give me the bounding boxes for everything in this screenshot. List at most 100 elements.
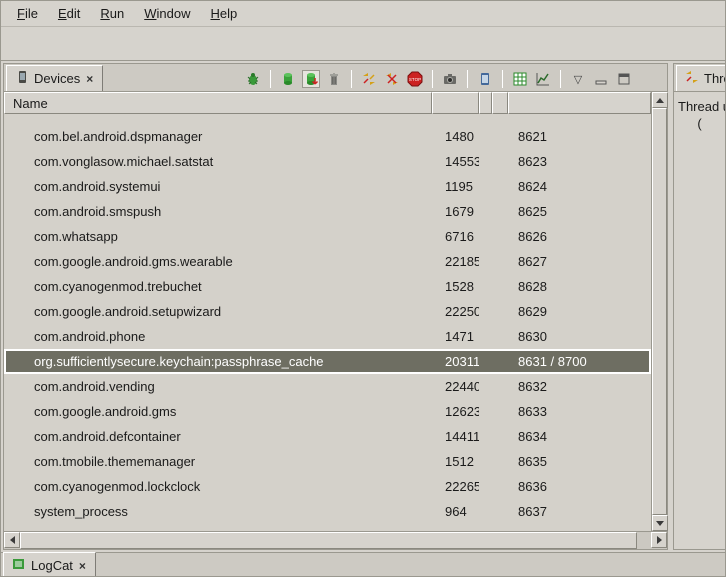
- table-row[interactable]: com.google.android.setupwizard 22250 862…: [4, 299, 651, 324]
- menu-help[interactable]: Help: [200, 2, 247, 25]
- scroll-right-button[interactable]: [651, 532, 667, 548]
- table-row[interactable]: org.sufficientlysecure.keychain:passphra…: [4, 349, 651, 374]
- horizontal-scrollbar[interactable]: [4, 531, 667, 549]
- cell-name: com.bel.android.dspmanager: [4, 129, 432, 144]
- stop-thread-updates-icon[interactable]: [383, 70, 401, 88]
- tab-devices-close-icon[interactable]: ×: [85, 72, 94, 86]
- cell-pid: 22250: [432, 304, 479, 319]
- table-row[interactable]: com.android.smspush 1679 8625: [4, 199, 651, 224]
- maximize-icon[interactable]: [615, 70, 633, 88]
- cell-port: 8625: [508, 204, 651, 219]
- table-row[interactable]: com.cyanogenmod.lockclock 22265 8636: [4, 474, 651, 499]
- tab-logcat-close-icon[interactable]: ×: [78, 559, 87, 573]
- cell-pid: 14553: [432, 154, 479, 169]
- tab-devices[interactable]: Devices ×: [6, 65, 103, 91]
- table-row[interactable]: com.google.android.gms 12623 8633: [4, 399, 651, 424]
- table-row[interactable]: com.android.defcontainer 14411 8634: [4, 424, 651, 449]
- tab-devices-label: Devices: [34, 71, 80, 86]
- vertical-scrollbar[interactable]: [651, 92, 667, 531]
- vertical-scroll-thumb[interactable]: [652, 108, 667, 515]
- device-table-header: Name: [4, 92, 651, 114]
- cell-name: com.android.vending: [4, 379, 432, 394]
- table-row[interactable]: com.cyanogenmod.trebuchet 1528 8628: [4, 274, 651, 299]
- cell-port: 8637: [508, 504, 651, 519]
- cell-name: com.google.android.gms.wearable: [4, 254, 432, 269]
- cell-pid: 12623: [432, 404, 479, 419]
- cell-pid: 22440: [432, 379, 479, 394]
- menu-file[interactable]: File: [7, 2, 48, 25]
- toolbar-separator: [467, 70, 468, 88]
- garbage-collect-icon[interactable]: [325, 70, 343, 88]
- cell-name: com.whatsapp: [4, 229, 432, 244]
- cell-pid: 1512: [432, 454, 479, 469]
- scroll-up-button[interactable]: [652, 92, 668, 108]
- toolbar-separator: [351, 70, 352, 88]
- cell-port: 8624: [508, 179, 651, 194]
- table-row[interactable]: com.whatsapp 6716 8626: [4, 224, 651, 249]
- threads-message-line1: Thread up: [678, 98, 721, 115]
- threads-message: Thread up (: [674, 92, 725, 138]
- table-row[interactable]: com.android.vending 22440 8632: [4, 374, 651, 399]
- table-row[interactable]: system_process 964 8637: [4, 499, 651, 524]
- device-view-icon[interactable]: [476, 70, 494, 88]
- table-row[interactable]: com.google.android.gms.wearable 22185 86…: [4, 249, 651, 274]
- cell-port: 8635: [508, 454, 651, 469]
- network-stats-icon[interactable]: [534, 70, 552, 88]
- cell-pid: 1528: [432, 279, 479, 294]
- cell-port: 8627: [508, 254, 651, 269]
- menu-edit[interactable]: Edit: [48, 2, 90, 25]
- cell-pid: 22265: [432, 479, 479, 494]
- table-row[interactable]: com.tmobile.thememanager 1512 8635: [4, 449, 651, 474]
- cell-name: com.tmobile.thememanager: [4, 454, 432, 469]
- update-heap-icon[interactable]: [279, 70, 297, 88]
- menu-run[interactable]: Run: [90, 2, 134, 25]
- table-row[interactable]: com.vonglasow.michael.satstat 14553 8623: [4, 149, 651, 174]
- tab-threads[interactable]: Threads: [676, 65, 725, 91]
- column-header-port[interactable]: [508, 92, 651, 114]
- column-header-b[interactable]: [492, 92, 508, 114]
- minimize-icon[interactable]: [592, 70, 610, 88]
- view-menu-icon[interactable]: ▽: [569, 70, 587, 88]
- device-table-body: com.bel.android.dspmanager 1480 8621 com…: [4, 114, 651, 531]
- debug-attach-icon[interactable]: [244, 70, 262, 88]
- table-row[interactable]: com.android.systemui 1195 8624: [4, 174, 651, 199]
- column-header-pid[interactable]: [432, 92, 479, 114]
- dump-hprof-icon[interactable]: [302, 70, 320, 88]
- devices-toolbar: STOP ▽: [244, 70, 667, 91]
- device-icon: [15, 70, 29, 87]
- cell-port: 8636: [508, 479, 651, 494]
- cell-port: 8623: [508, 154, 651, 169]
- cell-name: system_process: [4, 504, 432, 519]
- cell-port: 8628: [508, 279, 651, 294]
- cell-name: com.cyanogenmod.lockclock: [4, 479, 432, 494]
- cell-port: 8626: [508, 229, 651, 244]
- scroll-down-button[interactable]: [652, 515, 668, 531]
- devices-panel: Devices ×: [3, 63, 668, 550]
- column-header-a[interactable]: [479, 92, 492, 114]
- allocation-tracker-icon[interactable]: [511, 70, 529, 88]
- cell-pid: 1679: [432, 204, 479, 219]
- cell-name: com.vonglasow.michael.satstat: [4, 154, 432, 169]
- cell-name: com.android.smspush: [4, 204, 432, 219]
- tab-logcat-label: LogCat: [31, 558, 73, 573]
- device-table: Name com.bel.android.dspmanager 1480 862…: [4, 92, 667, 531]
- kill-process-icon[interactable]: STOP: [406, 70, 424, 88]
- cell-name: com.google.android.setupwizard: [4, 304, 432, 319]
- table-row[interactable]: com.android.phone 1471 8630: [4, 324, 651, 349]
- toolbar-separator: [502, 70, 503, 88]
- threads-message-line2: (: [678, 115, 721, 132]
- cell-pid: 1480: [432, 129, 479, 144]
- scroll-left-button[interactable]: [4, 532, 20, 548]
- horizontal-scroll-thumb[interactable]: [20, 532, 637, 549]
- cell-pid: 6716: [432, 229, 479, 244]
- cell-port: 8629: [508, 304, 651, 319]
- bottom-bar: LogCat ×: [1, 552, 725, 577]
- toolbar-separator: [270, 70, 271, 88]
- tab-logcat[interactable]: LogCat ×: [3, 552, 96, 577]
- menu-bar: FileEditRunWindowHelp: [1, 1, 725, 27]
- update-threads-icon[interactable]: [360, 70, 378, 88]
- menu-window[interactable]: Window: [134, 2, 200, 25]
- column-header-name[interactable]: Name: [4, 92, 432, 114]
- screen-capture-icon[interactable]: [441, 70, 459, 88]
- table-row[interactable]: com.bel.android.dspmanager 1480 8621: [4, 124, 651, 149]
